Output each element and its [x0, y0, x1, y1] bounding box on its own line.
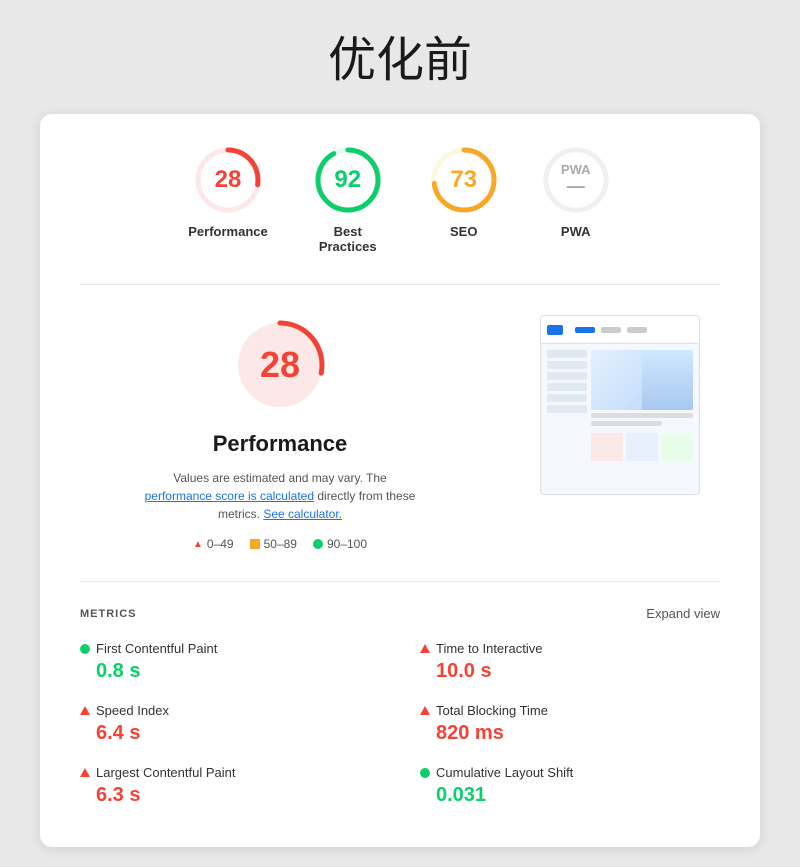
score-circle-performance: 28	[192, 144, 264, 216]
circle-green-icon	[313, 539, 323, 549]
metric-name-lcp: Largest Contentful Paint	[96, 765, 235, 780]
ss-hero-image	[591, 350, 693, 410]
dot-green-icon-cls	[420, 768, 430, 778]
ss-main-content	[591, 350, 693, 488]
score-performance: 28 Performance	[188, 144, 267, 254]
ss-hero-bg	[642, 350, 693, 410]
ss-left-panel	[547, 350, 587, 488]
ss-panel-item	[547, 361, 587, 369]
big-score-circle: 28	[230, 315, 330, 415]
metric-value-tbt: 820 ms	[420, 722, 720, 745]
triangle-red-icon-si	[80, 706, 90, 715]
pwa-text: PWA	[561, 163, 591, 177]
metrics-label: METRICS	[80, 608, 137, 620]
performance-detail: 28 Performance Values are estimated and …	[80, 285, 720, 582]
square-orange-icon	[250, 539, 260, 549]
ss-panel-item	[547, 383, 587, 391]
ss-product	[661, 433, 693, 461]
ss-nav-item	[601, 327, 621, 333]
metric-name-tbt: Total Blocking Time	[436, 703, 548, 718]
perf-left: 28 Performance Values are estimated and …	[80, 315, 480, 551]
dot-green-icon	[80, 644, 90, 654]
ss-nav-item	[627, 327, 647, 333]
metric-name-row-fcp: First Contentful Paint	[80, 641, 380, 656]
legend-row: ▲ 0–49 50–89 90–100	[193, 537, 367, 551]
legend-red: ▲ 0–49	[193, 537, 234, 551]
triangle-red-icon-tbt	[420, 706, 430, 715]
score-circle-best-practices: 92	[312, 144, 384, 216]
scores-row: 28 Performance 92 Best Practices 7	[80, 144, 720, 285]
ss-text-line-short	[591, 421, 662, 426]
score-best-practices: 92 Best Practices	[308, 144, 388, 254]
ss-text-line	[591, 413, 693, 418]
metrics-section: METRICS Expand view First Contentful Pai…	[80, 582, 720, 807]
ss-panel-item	[547, 372, 587, 380]
metric-name-si: Speed Index	[96, 703, 169, 718]
metric-total-blocking-time: Total Blocking Time 820 ms	[420, 703, 720, 745]
metric-value-lcp: 6.3 s	[80, 784, 380, 807]
metric-value-fcp: 0.8 s	[80, 660, 380, 683]
triangle-red-icon-lcp	[80, 768, 90, 777]
metric-speed-index: Speed Index 6.4 s	[80, 703, 380, 745]
ss-product	[626, 433, 658, 461]
calculator-link[interactable]: See calculator.	[263, 507, 342, 521]
metrics-header: METRICS Expand view	[80, 606, 720, 621]
ss-logo	[547, 325, 563, 335]
metric-value-tti: 10.0 s	[420, 660, 720, 683]
ss-nav-item	[575, 327, 595, 333]
screenshot-topbar	[541, 316, 699, 344]
metric-name-row-lcp: Largest Contentful Paint	[80, 765, 380, 780]
score-value-best-practices: 92	[334, 166, 361, 194]
score-value-seo: 73	[450, 166, 477, 194]
score-circle-seo: 73	[428, 144, 500, 216]
metric-value-si: 6.4 s	[80, 722, 380, 745]
metric-cumulative-layout-shift: Cumulative Layout Shift 0.031	[420, 765, 720, 807]
legend-orange: 50–89	[250, 537, 297, 551]
page-title: 优化前	[328, 20, 472, 90]
legend-orange-range: 50–89	[264, 537, 297, 551]
ss-panel-item	[547, 350, 587, 358]
big-score-value: 28	[260, 344, 300, 386]
main-card: 28 Performance 92 Best Practices 7	[40, 114, 760, 847]
score-label-performance: Performance	[188, 224, 267, 239]
perf-right	[520, 315, 720, 551]
metric-name-row-tbt: Total Blocking Time	[420, 703, 720, 718]
ss-products	[591, 433, 693, 461]
metric-value-cls: 0.031	[420, 784, 720, 807]
metric-first-contentful-paint: First Contentful Paint 0.8 s	[80, 641, 380, 683]
legend-green: 90–100	[313, 537, 367, 551]
performance-title: Performance	[213, 431, 348, 457]
triangle-red-icon-tti	[420, 644, 430, 653]
expand-view-button[interactable]: Expand view	[646, 606, 720, 621]
metric-time-to-interactive: Time to Interactive 10.0 s	[420, 641, 720, 683]
perf-score-link[interactable]: performance score is calculated	[145, 489, 314, 503]
metric-name-row-si: Speed Index	[80, 703, 380, 718]
legend-red-range: 0–49	[207, 537, 234, 551]
metric-name-tti: Time to Interactive	[436, 641, 542, 656]
performance-description: Values are estimated and may vary. The p…	[140, 469, 420, 523]
ss-nav	[575, 327, 647, 333]
screenshot-body	[541, 344, 699, 494]
metric-name-cls: Cumulative Layout Shift	[436, 765, 573, 780]
score-seo: 73 SEO	[428, 144, 500, 254]
ss-panel-item	[547, 405, 587, 413]
score-label-pwa: PWA	[561, 224, 591, 239]
score-label-best-practices: Best Practices	[308, 224, 388, 254]
metric-largest-contentful-paint: Largest Contentful Paint 6.3 s	[80, 765, 380, 807]
triangle-red-icon: ▲	[193, 539, 203, 550]
legend-green-range: 90–100	[327, 537, 367, 551]
metric-name-row-cls: Cumulative Layout Shift	[420, 765, 720, 780]
metrics-grid: First Contentful Paint 0.8 s Time to Int…	[80, 641, 720, 807]
metric-name-row-tti: Time to Interactive	[420, 641, 720, 656]
screenshot-preview	[540, 315, 700, 495]
ss-panel-item	[547, 394, 587, 402]
score-circle-pwa: PWA —	[540, 144, 612, 216]
ss-product	[591, 433, 623, 461]
score-pwa: PWA — PWA	[540, 144, 612, 254]
score-label-seo: SEO	[450, 224, 477, 239]
pwa-dash: —	[567, 177, 585, 197]
score-value-performance: 28	[215, 166, 242, 194]
metric-name-fcp: First Contentful Paint	[96, 641, 217, 656]
